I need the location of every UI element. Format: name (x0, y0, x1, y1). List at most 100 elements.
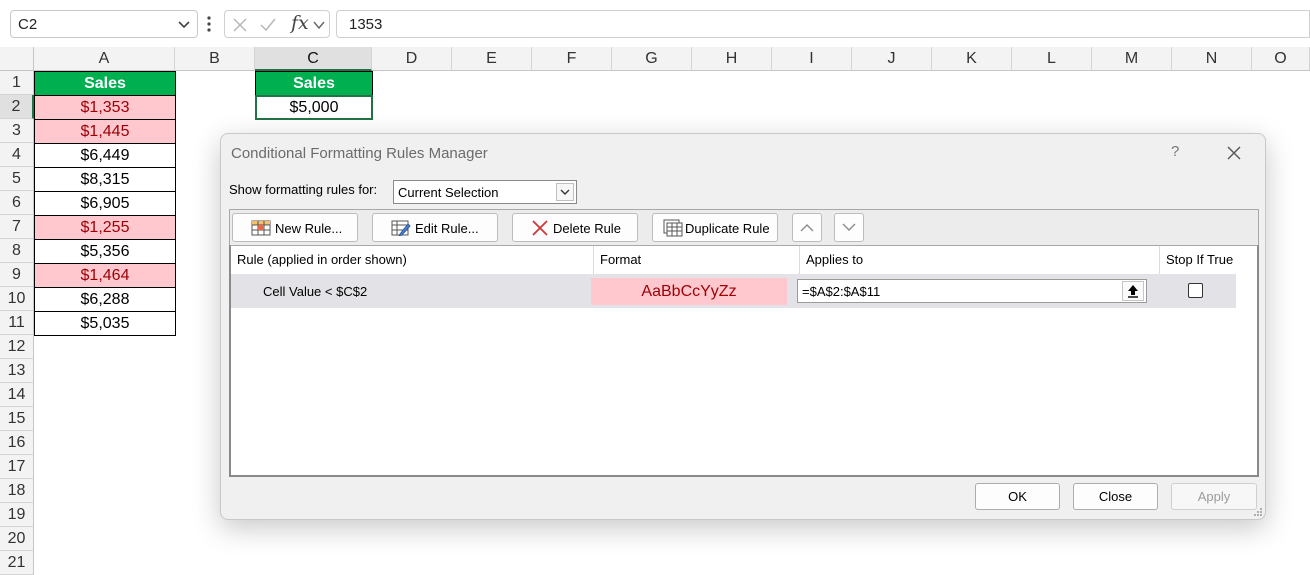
edit-rule-label: Edit Rule... (415, 221, 479, 236)
chevron-down-icon (842, 223, 856, 231)
cancel-icon[interactable] (232, 17, 248, 33)
enter-check-icon[interactable] (259, 17, 277, 33)
row-header-14[interactable]: 14 (0, 383, 34, 407)
column-header-F[interactable]: F (532, 47, 612, 71)
delete-x-icon (532, 220, 548, 236)
row-header-7[interactable]: 7 (0, 215, 34, 239)
row-header-10[interactable]: 10 (0, 287, 34, 311)
sales-cell[interactable]: $8,315 (34, 167, 176, 192)
applies-to-value: =$A$2:$A$11 (802, 284, 881, 299)
ok-button[interactable]: OK (975, 483, 1060, 510)
insert-function-icon[interactable]: fx (291, 12, 309, 34)
edit-rule-icon (391, 220, 411, 236)
row-header-20[interactable]: 20 (0, 527, 34, 551)
formula-bar: C2 fx 1353 (0, 0, 1310, 47)
duplicate-rule-button[interactable]: Duplicate Rule (652, 213, 778, 242)
row-header-3[interactable]: 3 (0, 119, 34, 143)
delete-rule-label: Delete Rule (553, 221, 621, 236)
sales-cell[interactable]: $1,353 (34, 95, 176, 120)
column-header-H[interactable]: H (692, 47, 772, 71)
dialog-title: Conditional Formatting Rules Manager (231, 145, 488, 162)
name-box-value: C2 (18, 16, 38, 33)
show-rules-label: Show formatting rules for: (229, 182, 378, 197)
row-header-6[interactable]: 6 (0, 191, 34, 215)
duplicate-rule-icon (663, 219, 683, 237)
row-header-17[interactable]: 17 (0, 455, 34, 479)
row-header-21[interactable]: 21 (0, 551, 34, 575)
row-header-5[interactable]: 5 (0, 167, 34, 191)
new-rule-icon (251, 220, 271, 236)
formula-value: 1353 (349, 16, 383, 33)
format-preview: AaBbCcYyZz (591, 278, 787, 305)
threshold-header-cell[interactable]: Sales (255, 71, 373, 96)
rules-toolbar: New Rule... Edit Rule... Delete Rule Dup… (229, 209, 1259, 245)
column-header-C[interactable]: C (255, 47, 372, 71)
sales-header-cell[interactable]: Sales (34, 71, 176, 96)
new-rule-button[interactable]: New Rule... (232, 213, 358, 242)
sales-cell[interactable]: $5,035 (34, 311, 176, 336)
col-stop-header: Stop If True (1159, 246, 1237, 274)
column-header-B[interactable]: B (175, 47, 255, 71)
column-header-O[interactable]: O (1252, 47, 1310, 71)
sales-cell[interactable]: $6,449 (34, 143, 176, 168)
column-header-K[interactable]: K (932, 47, 1012, 71)
delete-rule-button[interactable]: Delete Rule (512, 213, 638, 242)
row-header-11[interactable]: 11 (0, 311, 34, 335)
edit-rule-button[interactable]: Edit Rule... (372, 213, 498, 242)
sales-cell[interactable]: $1,464 (34, 263, 176, 288)
sales-cell[interactable]: $6,905 (34, 191, 176, 216)
close-icon[interactable] (1226, 145, 1242, 161)
row-header-13[interactable]: 13 (0, 359, 34, 383)
conditional-formatting-rules-manager-dialog: Conditional Formatting Rules Manager ? S… (220, 133, 1266, 520)
column-header-N[interactable]: N (1172, 47, 1252, 71)
chevron-down-icon[interactable] (313, 20, 325, 30)
sales-cell[interactable]: $5,356 (34, 239, 176, 264)
select-all-corner[interactable] (0, 47, 34, 71)
name-box[interactable]: C2 (10, 10, 198, 38)
sales-cell[interactable]: $1,255 (34, 215, 176, 240)
row-header-9[interactable]: 9 (0, 263, 34, 287)
row-header-15[interactable]: 15 (0, 407, 34, 431)
row-header-16[interactable]: 16 (0, 431, 34, 455)
threshold-cell[interactable]: $5,000 (255, 95, 373, 120)
column-header-A[interactable]: A (34, 47, 175, 71)
resize-grip-icon[interactable] (1253, 507, 1263, 517)
column-header-L[interactable]: L (1012, 47, 1092, 71)
col-rule-header: Rule (applied in order shown) (237, 252, 407, 267)
row-header-19[interactable]: 19 (0, 503, 34, 527)
sales-cell[interactable]: $1,445 (34, 119, 176, 144)
excel-window: C2 fx 1353 ABCDEFGHIJKLMNO 1 2 3 4 5 6 7 8 9 10 11… (0, 0, 1310, 575)
dropdown-button[interactable] (556, 183, 574, 201)
move-up-button[interactable] (792, 213, 822, 242)
range-select-button[interactable] (1122, 281, 1144, 301)
stop-if-true-checkbox[interactable] (1188, 283, 1203, 298)
applies-to-input[interactable]: =$A$2:$A$11 (797, 279, 1147, 303)
apply-button[interactable]: Apply (1171, 483, 1257, 510)
close-button[interactable]: Close (1073, 483, 1158, 510)
sales-cell[interactable]: $6,288 (34, 287, 176, 312)
col-applies-header: Applies to (799, 246, 1159, 274)
column-header-D[interactable]: D (372, 47, 452, 71)
show-rules-value: Current Selection (398, 185, 499, 200)
chevron-down-icon[interactable] (177, 17, 191, 31)
row-header-8[interactable]: 8 (0, 239, 34, 263)
row-header-18[interactable]: 18 (0, 479, 34, 503)
more-options-icon[interactable] (206, 14, 212, 34)
column-header-E[interactable]: E (452, 47, 532, 71)
row-header-12[interactable]: 12 (0, 335, 34, 359)
column-header-G[interactable]: G (612, 47, 692, 71)
row-header-4[interactable]: 4 (0, 143, 34, 167)
column-header-J[interactable]: J (852, 47, 932, 71)
move-down-button[interactable] (834, 213, 864, 242)
rule-row[interactable]: Cell Value < $C$2 AaBbCcYyZz =$A$2:$A$11 (231, 274, 1236, 308)
row-header-1[interactable]: 1 (0, 71, 34, 95)
rules-list: Rule (applied in order shown) Format App… (229, 245, 1259, 477)
show-rules-select[interactable]: Current Selection (393, 180, 577, 204)
formula-input[interactable]: 1353 (336, 10, 1310, 38)
column-header-I[interactable]: I (772, 47, 852, 71)
column-header-M[interactable]: M (1092, 47, 1172, 71)
row-header-2[interactable]: 2 (0, 95, 34, 119)
formula-controls: fx (224, 10, 330, 38)
col-format-header: Format (593, 246, 799, 274)
help-button[interactable]: ? (1171, 143, 1179, 160)
